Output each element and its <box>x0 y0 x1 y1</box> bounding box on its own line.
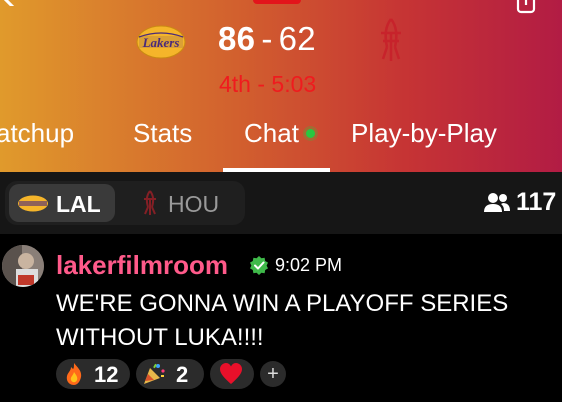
game-header: Lakers 86-62 4th - 5:03 atchup Stats Cha… <box>0 0 562 172</box>
lakers-logo-icon[interactable]: Lakers <box>134 24 188 60</box>
reaction-fire-count: 12 <box>94 362 119 387</box>
home-score: 86 <box>218 20 256 57</box>
back-chevron-icon[interactable] <box>2 0 20 6</box>
live-dot-icon <box>305 128 315 138</box>
tab-matchup[interactable]: atchup <box>0 118 74 149</box>
tab-play-by-play[interactable]: Play-by-Play <box>351 118 497 149</box>
team-filter-bar: LAL HOU 117 <box>0 172 562 234</box>
away-score: 62 <box>278 20 316 57</box>
share-icon[interactable] <box>516 0 536 14</box>
tab-chat[interactable]: Chat <box>244 118 315 149</box>
fire-emoji-icon <box>66 363 82 385</box>
verified-badge-icon <box>250 256 268 275</box>
live-indicator <box>253 0 301 4</box>
scoreboard: 86-62 <box>218 20 316 58</box>
reaction-party[interactable]: 2 <box>136 359 204 389</box>
avatar-image <box>2 245 44 287</box>
team-button-lal[interactable]: LAL <box>9 184 115 222</box>
team-button-lal-label: LAL <box>56 191 101 217</box>
username[interactable]: lakerfilmroom <box>56 250 228 281</box>
game-clock: 4th - 5:03 <box>219 71 317 97</box>
score-separator: - <box>261 20 273 57</box>
reaction-party-count: 2 <box>176 362 189 387</box>
team-toggle: LAL HOU <box>5 181 245 225</box>
chat-message: lakerfilmroom 9:02 PM WE'RE GONNA WIN A … <box>0 234 562 402</box>
add-reaction-button[interactable]: + <box>260 361 286 387</box>
lakers-logo-text: Lakers <box>142 35 180 50</box>
message-text: WE'RE GONNA WIN A PLAYOFF SERIES WITHOUT… <box>56 290 509 351</box>
team-button-hou[interactable]: HOU <box>129 184 241 222</box>
team-button-hou-label: HOU <box>168 191 220 217</box>
viewer-count-value: 117 <box>516 188 557 216</box>
reaction-heart[interactable] <box>210 359 254 389</box>
message-timestamp: 9:02 PM <box>275 255 343 275</box>
reaction-fire[interactable]: 12 <box>56 359 130 389</box>
tab-stats[interactable]: Stats <box>133 118 192 149</box>
rockets-mini-logo-icon <box>144 190 156 215</box>
tab-chat-label: Chat <box>244 118 299 148</box>
rockets-logo-icon[interactable] <box>372 17 410 63</box>
avatar[interactable] <box>2 245 44 287</box>
red-heart-emoji-icon <box>220 363 242 384</box>
party-popper-emoji-icon <box>144 363 165 384</box>
users-icon <box>484 193 510 212</box>
tab-bar: atchup Stats Chat Play-by-Play <box>0 118 562 158</box>
lakers-mini-logo-icon <box>18 195 48 212</box>
